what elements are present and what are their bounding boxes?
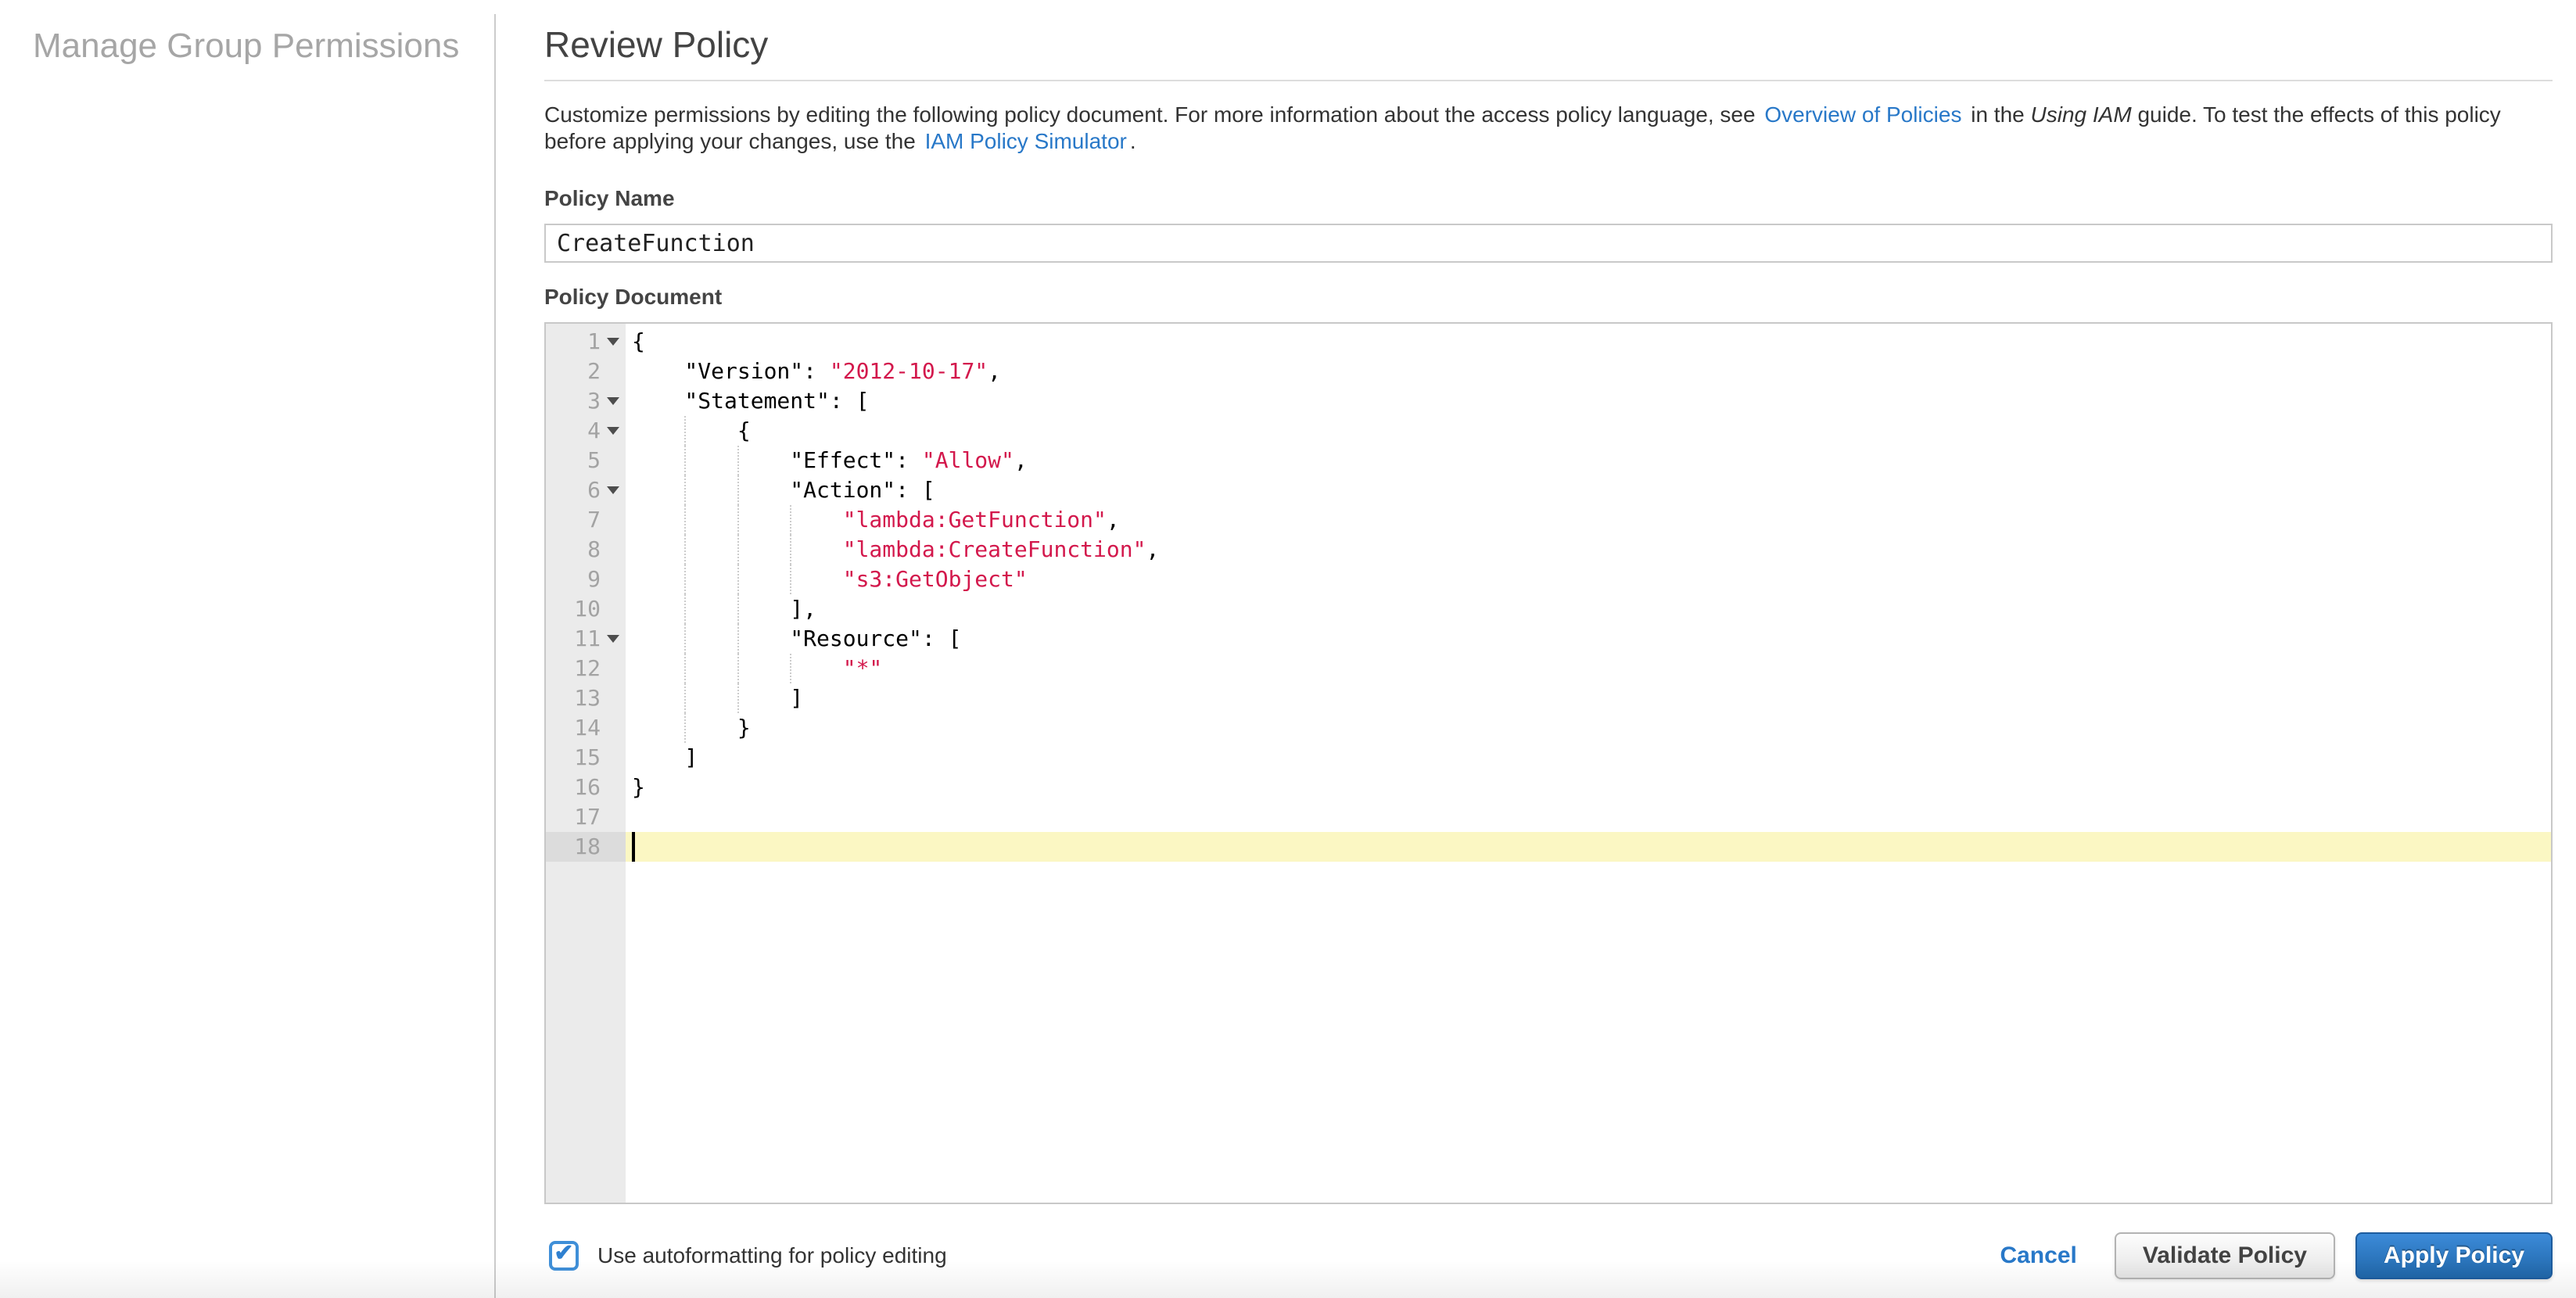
code-line-10[interactable]: ], xyxy=(626,594,2551,624)
policy-name-input[interactable] xyxy=(544,224,2553,263)
indent-guide xyxy=(737,565,739,594)
gutter-line-1: 1 xyxy=(546,327,626,357)
gutter-line-9: 9 xyxy=(587,566,601,592)
validate-policy-button[interactable]: Validate Policy xyxy=(2114,1232,2335,1279)
description-text: Using IAM xyxy=(2030,102,2132,127)
indent-guide xyxy=(737,624,739,654)
link-iam-policy-simulator[interactable]: IAM Policy Simulator xyxy=(925,129,1127,153)
code-line-13[interactable]: ] xyxy=(626,683,2551,713)
description-text: in the xyxy=(1964,102,2031,127)
code-line-14[interactable]: } xyxy=(626,713,2551,743)
indent-guide xyxy=(790,535,792,565)
indent-guide xyxy=(737,535,739,565)
fold-arrow-icon[interactable] xyxy=(607,397,619,405)
footer-bar: ✔ Use autoformatting for policy editing … xyxy=(544,1232,2553,1279)
indent-guide xyxy=(684,475,687,505)
wizard-step-title: Manage Group Permissions xyxy=(33,27,460,65)
indent-guide xyxy=(684,416,687,446)
indent-guide xyxy=(790,654,792,683)
code-line-11[interactable]: "Resource": [ xyxy=(626,624,2551,654)
link-overview-of-policies[interactable]: Overview of Policies xyxy=(1764,102,1961,127)
gutter-line-15: 15 xyxy=(574,744,601,770)
indent-guide xyxy=(684,654,687,683)
fold-arrow-icon[interactable] xyxy=(607,486,619,494)
autoformat-checkbox[interactable]: ✔ xyxy=(549,1241,579,1271)
gutter-line-17: 17 xyxy=(574,804,601,830)
gutter-line-4: 4 xyxy=(546,416,626,446)
description-text: Customize permissions by editing the fol… xyxy=(544,102,1762,127)
gutter-line-5: 5 xyxy=(587,447,601,473)
code-line-9[interactable]: "s3:GetObject" xyxy=(626,565,2551,594)
code-line-6[interactable]: "Action": [ xyxy=(626,475,2551,505)
gutter-line-2: 2 xyxy=(587,358,601,384)
gutter-line-13: 13 xyxy=(574,685,601,711)
gutter-line-10: 10 xyxy=(574,596,601,622)
indent-guide xyxy=(684,713,687,743)
indent-guide xyxy=(737,594,739,624)
editor-gutter: 1 2 3 4 5 6 7 8 9 10 11 12 13 14 15 16 17 18 xyxy=(546,324,626,1203)
page: Manage Group Permissions Review Policy C… xyxy=(0,0,2576,1298)
cancel-button[interactable]: Cancel xyxy=(2000,1242,2076,1269)
indent-guide xyxy=(684,535,687,565)
indent-guide xyxy=(737,475,739,505)
indent-guide xyxy=(737,505,739,535)
apply-policy-button[interactable]: Apply Policy xyxy=(2355,1232,2553,1279)
code-line-4[interactable]: { xyxy=(626,416,2551,446)
code-line-2[interactable]: "Version": "2012-10-17", xyxy=(626,357,2551,386)
text-cursor xyxy=(632,832,635,862)
vertical-divider xyxy=(494,14,496,1298)
indent-guide xyxy=(790,565,792,594)
code-line-17[interactable] xyxy=(626,802,2551,832)
code-line-1[interactable]: { xyxy=(626,327,2551,357)
description-text: guide. To test the effects of this polic… xyxy=(2131,102,2501,127)
fold-arrow-icon[interactable] xyxy=(607,338,619,346)
code-line-15[interactable]: ] xyxy=(626,743,2551,773)
action-buttons: Cancel Validate Policy Apply Policy xyxy=(2000,1232,2553,1279)
indent-guide xyxy=(737,654,739,683)
description: Customize permissions by editing the fol… xyxy=(544,102,2553,155)
indent-guide xyxy=(684,505,687,535)
code-line-16[interactable]: } xyxy=(626,773,2551,802)
policy-editor[interactable]: 1 2 3 4 5 6 7 8 9 10 11 12 13 14 15 16 17 18 { "Version":… xyxy=(544,322,2553,1204)
code-line-18[interactable] xyxy=(626,832,2551,862)
main-panel: Review Policy Customize permissions by e… xyxy=(544,0,2553,1279)
autoformat-option: ✔ Use autoformatting for policy editing xyxy=(549,1241,947,1271)
description-text: before applying your changes, use the xyxy=(544,129,922,153)
gutter-line-18: 18 xyxy=(546,832,626,862)
indent-guide xyxy=(737,683,739,713)
indent-guide xyxy=(684,446,687,475)
indent-guide xyxy=(684,565,687,594)
indent-guide xyxy=(684,594,687,624)
indent-guide xyxy=(684,624,687,654)
fold-arrow-icon[interactable] xyxy=(607,635,619,643)
fold-arrow-icon[interactable] xyxy=(607,427,619,435)
indent-guide xyxy=(737,446,739,475)
code-line-7[interactable]: "lambda:GetFunction", xyxy=(626,505,2551,535)
checkmark-icon: ✔ xyxy=(554,1240,574,1266)
gutter-line-12: 12 xyxy=(574,655,601,681)
page-title: Review Policy xyxy=(544,23,2553,81)
code-line-3[interactable]: "Statement": [ xyxy=(626,386,2551,416)
indent-guide xyxy=(684,683,687,713)
description-text: . xyxy=(1129,129,1136,153)
autoformat-label: Use autoformatting for policy editing xyxy=(597,1243,947,1268)
gutter-line-7: 7 xyxy=(587,507,601,532)
gutter-line-14: 14 xyxy=(574,715,601,740)
code-line-12[interactable]: "*" xyxy=(626,654,2551,683)
editor-code[interactable]: { "Version": "2012-10-17", "Statement": … xyxy=(626,324,2551,1203)
gutter-line-16: 16 xyxy=(574,774,601,800)
indent-guide xyxy=(790,505,792,535)
gutter-line-6: 6 xyxy=(546,475,626,505)
gutter-line-8: 8 xyxy=(587,536,601,562)
policy-name-label: Policy Name xyxy=(544,186,675,210)
policy-document-label: Policy Document xyxy=(544,285,723,309)
gutter-line-11: 11 xyxy=(546,624,626,654)
gutter-line-3: 3 xyxy=(546,386,626,416)
code-line-8[interactable]: "lambda:CreateFunction", xyxy=(626,535,2551,565)
code-line-5[interactable]: "Effect": "Allow", xyxy=(626,446,2551,475)
